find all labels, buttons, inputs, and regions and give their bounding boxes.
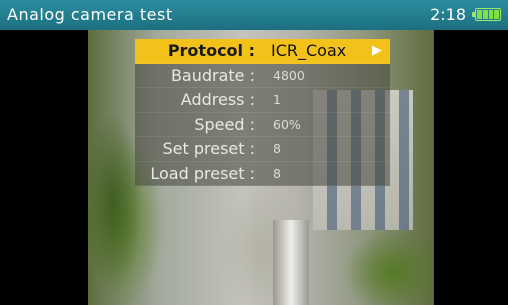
battery-full-icon bbox=[472, 8, 501, 21]
load-preset-value: 8 bbox=[273, 165, 281, 181]
protocol-value: ICR_Coax bbox=[271, 41, 347, 61]
address-value: 1 bbox=[273, 92, 281, 108]
menu-row-load-preset[interactable]: Load preset : 8 bbox=[135, 161, 390, 186]
arrow-right-icon[interactable]: ▶ bbox=[372, 43, 390, 58]
set-preset-value: 8 bbox=[273, 141, 281, 157]
set-preset-label: Set preset : bbox=[162, 139, 255, 159]
title-bar: Analog camera test 2:18 bbox=[0, 0, 508, 30]
baudrate-label: Baudrate : bbox=[170, 65, 255, 85]
menu-row-set-preset[interactable]: Set preset : 8 bbox=[135, 137, 390, 162]
baudrate-value: 4800 bbox=[273, 67, 305, 83]
menu-row-speed[interactable]: Speed : 60% bbox=[135, 112, 390, 137]
menu-row-address[interactable]: Address : 1 bbox=[135, 88, 390, 113]
menu-row-baudrate[interactable]: Baudrate : 4800 bbox=[135, 63, 390, 88]
window-title: Analog camera test bbox=[7, 5, 173, 24]
video-column bbox=[273, 220, 309, 305]
protocol-label: Protocol : bbox=[167, 41, 255, 61]
ptz-settings-menu: Protocol : ICR_Coax ▶ Baudrate : 4800 Ad… bbox=[135, 39, 390, 186]
address-label: Address : bbox=[180, 90, 255, 110]
menu-row-protocol[interactable]: Protocol : ICR_Coax ▶ bbox=[135, 39, 390, 64]
speed-value: 60% bbox=[273, 116, 301, 132]
speed-label: Speed : bbox=[194, 114, 255, 134]
load-preset-label: Load preset : bbox=[150, 163, 255, 183]
clock-readout: 2:18 bbox=[430, 5, 466, 24]
